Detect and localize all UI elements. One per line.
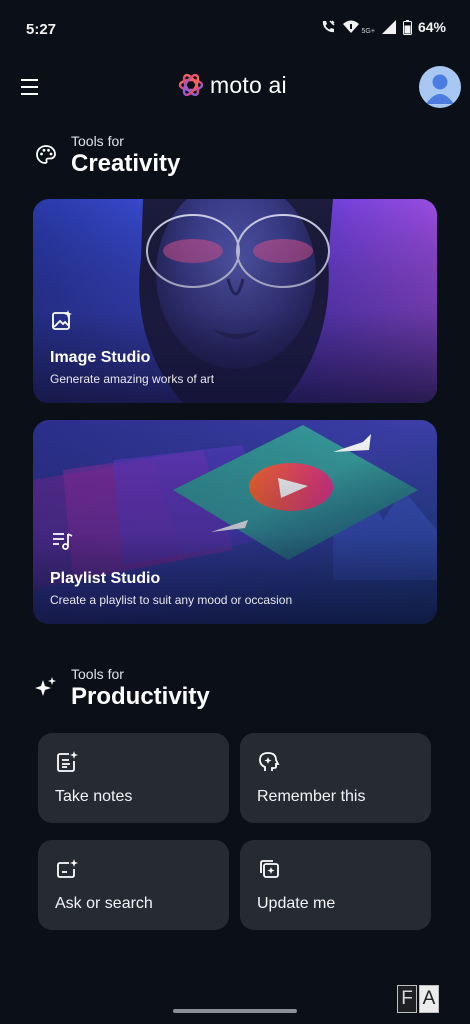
ask-or-search-label: Ask or search [55, 895, 153, 912]
productivity-title: Productivity [71, 683, 210, 710]
image-studio-title: Image Studio [50, 349, 151, 366]
creativity-header: Tools for Creativity [34, 133, 180, 179]
playlist-studio-title: Playlist Studio [50, 570, 161, 587]
wifi-icon [342, 20, 359, 33]
take-notes-tile[interactable]: Take notes [38, 733, 229, 823]
productivity-header: Tools for Productivity [34, 666, 210, 712]
image-studio-card[interactable]: Image Studio Generate amazing works of a… [33, 199, 437, 403]
watermark-right: A [419, 985, 439, 1013]
wifi-calling-icon [322, 20, 335, 33]
creativity-title: Creativity [71, 150, 181, 177]
update-cards-icon [260, 860, 279, 878]
watermark: F A [397, 985, 463, 1015]
watermark-left: F [397, 985, 417, 1013]
brand-name: moto ai [210, 71, 287, 98]
moto-ai-logo-icon [178, 73, 204, 97]
creativity-pretitle: Tools for [71, 133, 124, 149]
ask-search-icon [57, 859, 78, 878]
playlist-music-icon [53, 533, 73, 550]
home-indicator[interactable] [173, 1009, 297, 1013]
sparkles-icon [35, 677, 56, 696]
update-me-label: Update me [257, 895, 336, 912]
image-studio-subtitle: Generate amazing works of art [50, 372, 215, 386]
playlist-studio-card[interactable]: Playlist Studio Create a playlist to sui… [33, 420, 437, 624]
status-time: 5:27 [26, 21, 57, 38]
status-bar: 5:27 5G+ 64% [0, 0, 470, 60]
battery-icon [402, 19, 412, 35]
palette-icon [36, 145, 56, 164]
hamburger-menu-icon[interactable] [18, 76, 42, 98]
signal-icon [381, 20, 396, 34]
take-notes-label: Take notes [55, 788, 133, 805]
network-type: 5G+ [361, 27, 375, 35]
productivity-pretitle: Tools for [71, 666, 124, 682]
image-sparkle-icon [52, 310, 72, 330]
playlist-studio-subtitle: Create a playlist to suit any mood or oc… [50, 593, 293, 607]
battery-percent: 64% [417, 19, 446, 35]
notes-sparkle-icon [57, 751, 78, 772]
update-me-tile[interactable]: Update me [240, 840, 431, 930]
profile-avatar-icon[interactable] [419, 66, 461, 108]
status-icons: 5G+ 64% [320, 19, 446, 35]
brand-logo: moto ai [178, 70, 287, 100]
head-sparkle-icon [259, 752, 280, 771]
remember-this-tile[interactable]: Remember this [240, 733, 431, 823]
ask-or-search-tile[interactable]: Ask or search [38, 840, 229, 930]
remember-this-label: Remember this [257, 788, 366, 805]
